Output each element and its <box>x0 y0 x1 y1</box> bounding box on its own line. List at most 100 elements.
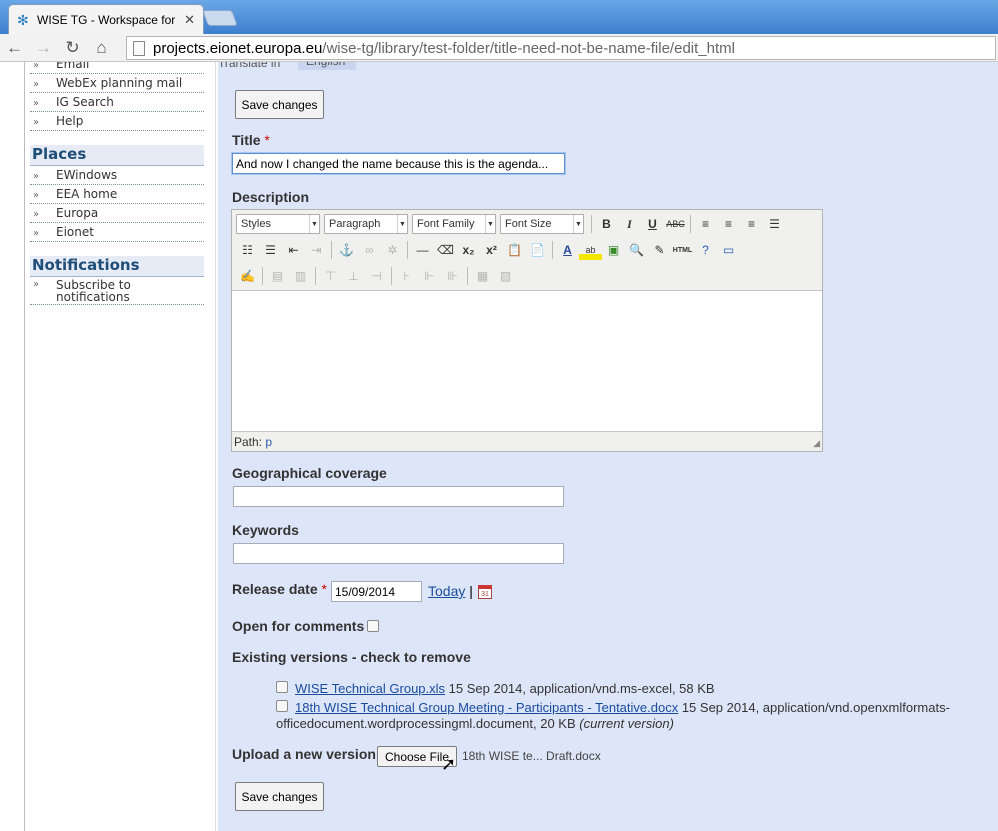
close-tab-icon[interactable]: ✕ <box>184 12 195 28</box>
paragraph-select[interactable]: Paragraph ▼ <box>324 214 408 234</box>
url-host: projects.eionet.europa.eu <box>153 39 323 57</box>
home-icon[interactable]: ⌂ <box>87 38 116 58</box>
sidebar: » Email » WebEx planning mail » IG Search »… <box>30 62 204 305</box>
save-changes-button-bottom[interactable]: Save changes <box>235 782 324 811</box>
version-link[interactable]: WISE Technical Group.xls <box>295 681 445 696</box>
sidebar-item-eea-home[interactable]: » EEA home <box>30 185 204 204</box>
sidebar-item-eionet[interactable]: » Eionet <box>30 223 204 242</box>
align-justify-icon[interactable]: ☰ <box>763 214 786 234</box>
delete-col-icon[interactable]: ⊪ <box>441 266 464 286</box>
edit-attributes-icon[interactable]: ✍ <box>236 266 259 286</box>
sidebar-item-ewindows[interactable]: » EWindows <box>30 166 204 185</box>
insert-col-after-icon[interactable]: ⊩ <box>418 266 441 286</box>
dropdown-arrow-icon: ▼ <box>485 215 495 233</box>
title-input[interactable]: And now I changed the name because this … <box>232 153 565 174</box>
strikethrough-icon[interactable]: ABC <box>664 214 687 234</box>
address-bar[interactable]: projects.eionet.europa.eu/wise-tg/librar… <box>126 36 996 60</box>
editor-path: Path: p <box>234 435 273 449</box>
outdent-icon[interactable]: ⇤ <box>282 240 305 260</box>
required-mark: * <box>264 132 270 148</box>
keywords-input[interactable] <box>233 543 564 564</box>
geo-coverage-input[interactable] <box>233 486 564 507</box>
preview-icon[interactable]: 🔍 <box>625 240 648 260</box>
version-remove-checkbox[interactable] <box>276 681 288 693</box>
table-cell-props-icon[interactable]: ▥ <box>289 266 312 286</box>
notifications-heading: Notifications <box>30 256 204 277</box>
insert-row-after-icon[interactable]: ⊥ <box>342 266 365 286</box>
html-source-icon[interactable]: HTML <box>671 240 694 260</box>
calendar-icon[interactable]: 31 <box>478 585 492 599</box>
indent-icon[interactable]: ⇥ <box>305 240 328 260</box>
version-remove-checkbox[interactable] <box>276 700 288 712</box>
eraser-icon[interactable]: ⌫ <box>434 240 457 260</box>
open-for-comments-label: Open for comments <box>232 618 365 634</box>
dropdown-arrow-icon: ▼ <box>309 215 319 233</box>
image-icon[interactable]: ▣ <box>602 240 625 260</box>
edit-form: Translate in English Save changes Title … <box>218 62 998 831</box>
column-separator <box>215 62 216 831</box>
sidebar-item-help[interactable]: » Help <box>30 112 204 131</box>
bullet-list-icon[interactable]: ☷ <box>236 240 259 260</box>
rich-text-editor: Styles ▼ Paragraph ▼ Font Family ▼ Font Siz… <box>231 209 823 452</box>
open-for-comments-checkbox[interactable] <box>367 620 379 632</box>
font-family-select[interactable]: Font Family ▼ <box>412 214 496 234</box>
fullscreen-icon[interactable]: ▭ <box>717 240 740 260</box>
sidebar-item-email[interactable]: » Email <box>30 62 204 74</box>
save-changes-button-top[interactable]: Save changes <box>235 90 324 119</box>
existing-versions-label: Existing versions - check to remove <box>232 649 471 665</box>
paste-word-icon[interactable]: 📄 <box>526 240 549 260</box>
numbered-list-icon[interactable]: ☰ <box>259 240 282 260</box>
release-date-input[interactable]: 15/09/2014 <box>331 581 422 602</box>
paste-icon[interactable]: 📋 <box>503 240 526 260</box>
editor-text-area[interactable] <box>232 290 822 432</box>
tab-title: WISE TG - Workspace for <box>37 12 176 27</box>
reload-icon[interactable]: ↻ <box>58 38 87 58</box>
geo-coverage-label: Geographical coverage <box>232 465 387 481</box>
browser-tab-bar: ✻ WISE TG - Workspace for ✕ <box>0 0 998 34</box>
horizontal-rule-icon[interactable]: — <box>411 240 434 260</box>
browser-tab[interactable]: ✻ WISE TG - Workspace for ✕ <box>8 4 204 34</box>
unlink-icon[interactable]: ✲ <box>381 240 404 260</box>
anchor-icon[interactable]: ⚓ <box>335 240 358 260</box>
superscript-icon[interactable]: x² <box>480 240 503 260</box>
resize-grip-icon[interactable]: ◢ <box>813 438 820 449</box>
delete-row-icon[interactable]: ⊣ <box>365 266 388 286</box>
sidebar-item-subscribe[interactable]: » Subscribe to notifications <box>30 277 204 305</box>
split-cells-icon[interactable]: ▦ <box>471 266 494 286</box>
highlight-color-icon[interactable]: ab <box>579 240 602 260</box>
today-link[interactable]: Today <box>428 583 465 599</box>
align-right-icon[interactable]: ≡ <box>740 214 763 234</box>
insert-row-before-icon[interactable]: ⊤ <box>319 266 342 286</box>
table-row-props-icon[interactable]: ▤ <box>266 266 289 286</box>
sidebar-item-webex[interactable]: » WebEx planning mail <box>30 74 204 93</box>
version-item: WISE Technical Group.xls 15 Sep 2014, ap… <box>295 681 715 696</box>
forward-arrow-icon[interactable]: → <box>29 38 58 58</box>
title-label: Title * <box>232 132 270 148</box>
left-border <box>24 62 25 831</box>
translate-lang-tab[interactable]: English <box>298 62 356 70</box>
sidebar-item-europa[interactable]: » Europa <box>30 204 204 223</box>
help-icon[interactable]: ? <box>694 240 717 260</box>
sidebar-item-ig-search[interactable]: » IG Search <box>30 93 204 112</box>
merge-cells-icon[interactable]: ▧ <box>494 266 517 286</box>
bold-icon[interactable]: B <box>595 214 618 234</box>
chosen-file-name: 18th WISE te... Draft.docx <box>462 749 601 763</box>
version-link[interactable]: 18th WISE Technical Group Meeting - Part… <box>295 700 678 715</box>
new-tab-button[interactable] <box>202 10 238 26</box>
back-arrow-icon[interactable]: ← <box>0 38 29 58</box>
italic-icon[interactable]: I <box>618 214 641 234</box>
text-color-icon[interactable]: A <box>556 240 579 260</box>
site-favicon-icon: ✻ <box>17 11 29 28</box>
browser-toolbar: ← → ↻ ⌂ projects.eionet.europa.eu/wise-t… <box>0 34 998 62</box>
cleanup-icon[interactable]: ✎ <box>648 240 671 260</box>
subscript-icon[interactable]: x₂ <box>457 240 480 260</box>
release-date-label: Release date * <box>232 581 327 597</box>
align-center-icon[interactable]: ≡ <box>717 214 740 234</box>
font-size-select[interactable]: Font Size ▼ <box>500 214 584 234</box>
underline-icon[interactable]: U <box>641 214 664 234</box>
link-icon[interactable]: ∞ <box>358 240 381 260</box>
align-left-icon[interactable]: ≡ <box>694 214 717 234</box>
editor-toolbar-row-2: ☷ ☰ ⇤ ⇥ ⚓ ∞ ✲ — ⌫ x₂ x² 📋 📄 A ab ▣ 🔍 ✎ H… <box>236 239 740 261</box>
insert-col-before-icon[interactable]: ⊦ <box>395 266 418 286</box>
styles-select[interactable]: Styles ▼ <box>236 214 320 234</box>
